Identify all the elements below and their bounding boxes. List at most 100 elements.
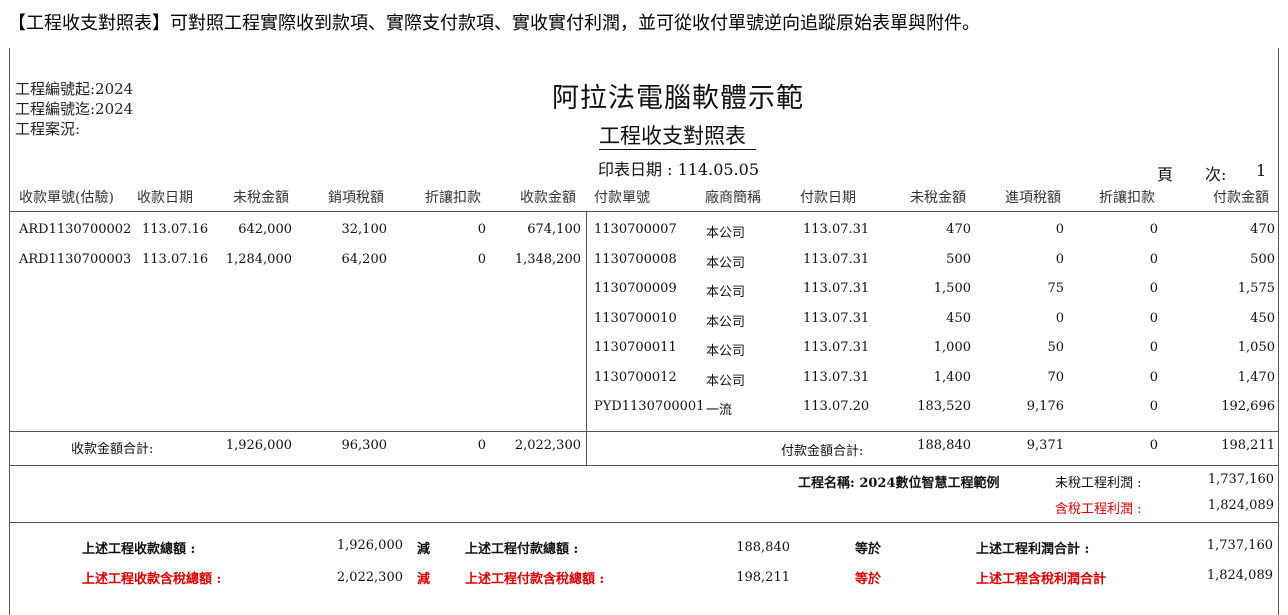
receipt-total-discount: 0	[477, 438, 486, 453]
company-name: 阿拉法電腦軟體示範	[552, 83, 804, 114]
payment-discount: 0	[1149, 281, 1158, 296]
payment-vendor: 本公司	[706, 344, 746, 359]
payment-tax: 0	[1055, 222, 1064, 237]
payment-date: 113.07.31	[803, 311, 870, 326]
summary-payment-taxed-label: 上述工程付款含稅總額 :	[465, 572, 605, 587]
receipt-no: ARD1130700002	[19, 222, 132, 237]
payment-tax: 70	[1047, 370, 1064, 385]
payment-untaxed: 1,000	[933, 340, 971, 355]
profit-taxed-value: 1,824,089	[1207, 498, 1274, 513]
col-payment-no: 付款單號	[594, 190, 650, 206]
summary-payment-taxed-value: 198,211	[736, 570, 790, 585]
summary-profit-value: 1,737,160	[1206, 538, 1273, 553]
payment-amount: 1,575	[1237, 281, 1275, 296]
payment-discount: 0	[1149, 340, 1158, 355]
payment-amount: 450	[1250, 311, 1275, 326]
payment-total-tax: 9,371	[1026, 438, 1064, 453]
receipt-amount: 674,100	[527, 222, 581, 237]
receipt-tax: 32,100	[341, 222, 388, 237]
payment-total-discount: 0	[1149, 438, 1158, 453]
payment-vendor: 本公司	[706, 315, 746, 330]
profit-untaxed-label: 未稅工程利潤 :	[1055, 476, 1142, 491]
receipt-total-amount: 2,022,300	[514, 438, 581, 453]
receipt-discount: 0	[477, 222, 486, 237]
payment-untaxed: 470	[946, 222, 971, 237]
receipt-amount: 1,348,200	[514, 252, 581, 267]
payment-vendor: 本公司	[706, 285, 746, 300]
col-receipt-amount: 收款金額	[520, 190, 576, 206]
receipt-untaxed: 642,000	[238, 222, 292, 237]
payment-date: 113.07.31	[803, 370, 870, 385]
project-name: 工程名稱: 2024數位智慧工程範例	[798, 476, 1000, 491]
payment-discount: 0	[1149, 399, 1158, 414]
summary-minus: 減	[417, 542, 431, 557]
receipt-no: ARD1130700003	[19, 252, 132, 267]
payment-date: 113.07.20	[803, 399, 870, 414]
col-payment-date: 付款日期	[800, 190, 856, 206]
summary-receipt-taxed-label: 上述工程收款含稅總額 :	[82, 572, 222, 587]
payment-no: 1130700012	[594, 370, 677, 385]
payment-date: 113.07.31	[803, 252, 870, 267]
payment-tax: 0	[1055, 252, 1064, 267]
col-receipt-discount: 折讓扣款	[425, 190, 481, 206]
page-label: 頁 次:	[1157, 165, 1227, 184]
payment-date: 113.07.31	[803, 340, 870, 355]
receipt-total-tax: 96,300	[341, 438, 388, 453]
payment-discount: 0	[1149, 311, 1158, 326]
payment-untaxed: 1,400	[933, 370, 971, 385]
payment-amount: 1,470	[1237, 370, 1275, 385]
payment-vendor: 本公司	[706, 374, 746, 389]
payment-date: 113.07.31	[803, 281, 870, 296]
title-underline	[599, 149, 756, 150]
header-rule	[10, 211, 1278, 212]
payment-tax: 75	[1047, 281, 1064, 296]
col-receipt-untaxed: 未稅金額	[233, 190, 289, 206]
summary-receipt-taxed-value: 2,022,300	[336, 570, 403, 585]
page-right-edge	[1278, 48, 1279, 615]
payment-discount: 0	[1149, 252, 1158, 267]
project-no-to: 工程編號迄:2024	[15, 100, 134, 118]
summary-minus-taxed: 減	[417, 572, 431, 587]
col-payment-discount: 折讓扣款	[1099, 190, 1155, 206]
receipt-discount: 0	[477, 252, 486, 267]
payment-tax: 50	[1047, 340, 1064, 355]
payment-discount: 0	[1149, 222, 1158, 237]
col-receipt-date: 收款日期	[137, 190, 193, 206]
receipt-tax: 64,200	[341, 252, 388, 267]
project-bottom-rule	[10, 522, 1278, 523]
project-status: 工程案況:	[15, 120, 81, 138]
detail-bottom-rule	[10, 431, 1278, 432]
col-payment-amount: 付款金額	[1213, 190, 1269, 206]
receipt-total-untaxed: 1,926,000	[225, 438, 292, 453]
payment-amount: 1,050	[1237, 340, 1275, 355]
payment-vendor: 本公司	[706, 256, 746, 271]
payment-vendor: 一流	[706, 403, 733, 418]
summary-receipt-label: 上述工程收款總額 :	[82, 542, 196, 557]
profit-taxed-label: 含稅工程利潤 :	[1055, 502, 1142, 517]
payment-total-label: 付款金額合計:	[781, 444, 864, 459]
summary-profit-label: 上述工程利潤合計 :	[976, 542, 1090, 557]
summary-payment-value: 188,840	[736, 540, 790, 555]
summary-equals-taxed: 等於	[855, 572, 882, 587]
col-vendor: 廠商簡稱	[705, 190, 761, 206]
col-payment-untaxed: 未稅金額	[910, 190, 966, 206]
col-receipt-no: 收款單號(估驗)	[19, 190, 114, 206]
payment-amount: 500	[1250, 252, 1275, 267]
print-date: 印表日期 : 114.05.05	[598, 160, 759, 179]
summary-equals: 等於	[855, 542, 882, 557]
project-no-from: 工程編號起:2024	[15, 80, 134, 98]
payment-tax: 0	[1055, 311, 1064, 326]
payment-amount: 192,696	[1221, 399, 1275, 414]
summary-payment-label: 上述工程付款總額 :	[465, 542, 579, 557]
payment-no: 1130700009	[594, 281, 677, 296]
payment-vendor: 本公司	[706, 226, 746, 241]
payment-total-untaxed: 188,840	[917, 438, 971, 453]
summary-receipt-value: 1,926,000	[336, 538, 403, 553]
report-title: 工程收支對照表	[599, 124, 746, 148]
payment-date: 113.07.31	[803, 222, 870, 237]
payment-untaxed: 450	[946, 311, 971, 326]
payment-no: 1130700008	[594, 252, 677, 267]
receipt-payment-divider	[586, 211, 587, 465]
payment-tax: 9,176	[1026, 399, 1064, 414]
col-receipt-tax: 銷項稅額	[328, 190, 384, 206]
